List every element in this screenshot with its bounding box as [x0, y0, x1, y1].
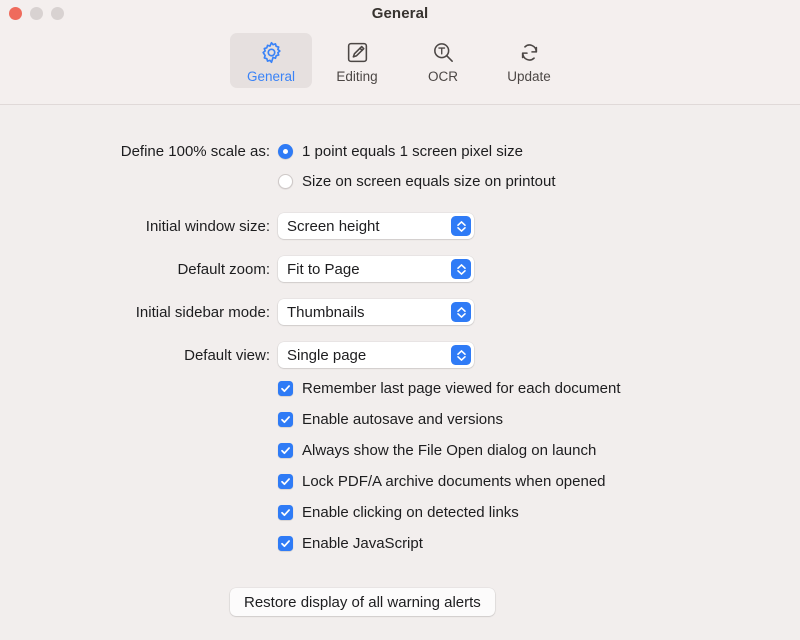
checkmark-icon — [278, 381, 293, 396]
pencil-square-icon — [345, 38, 370, 66]
chevron-updown-icon — [451, 345, 471, 365]
scale-label: Define 100% scale as: — [0, 143, 270, 160]
default-view-select[interactable]: Single page — [278, 342, 474, 368]
checkbox-enable-javascript-label: Enable JavaScript — [302, 535, 423, 552]
initial-window-size-value: Screen height — [278, 218, 380, 235]
radio-option-point-pixel[interactable]: 1 point equals 1 screen pixel size — [278, 143, 523, 160]
checkbox-lock-pdfa-label: Lock PDF/A archive documents when opened — [302, 473, 606, 490]
checkbox-enable-javascript[interactable]: Enable JavaScript — [278, 535, 423, 552]
gear-icon — [259, 38, 284, 66]
general-preferences-pane: Define 100% scale as: 1 point equals 1 s… — [0, 105, 800, 640]
initial-sidebar-mode-label: Initial sidebar mode: — [0, 304, 270, 321]
radio-option-screen-printout[interactable]: Size on screen equals size on printout — [278, 173, 555, 190]
checkmark-icon — [278, 474, 293, 489]
scale-row: Define 100% scale as: — [0, 143, 270, 160]
checkbox-enable-autosave-label: Enable autosave and versions — [302, 411, 503, 428]
default-view-row: Default view: Single page — [0, 342, 474, 368]
radio-point-pixel-indicator — [278, 144, 293, 159]
chevron-updown-icon — [451, 216, 471, 236]
window-titlebar: General General Editing — [0, 0, 800, 105]
window-title: General — [0, 5, 800, 22]
default-zoom-select[interactable]: Fit to Page — [278, 256, 474, 282]
checkmark-icon — [278, 412, 293, 427]
default-zoom-value: Fit to Page — [278, 261, 360, 278]
tab-ocr[interactable]: OCR — [402, 33, 484, 88]
checkbox-always-show-file-open[interactable]: Always show the File Open dialog on laun… — [278, 442, 596, 459]
checkbox-enable-link-clicking-label: Enable clicking on detected links — [302, 504, 519, 521]
chevron-updown-icon — [451, 302, 471, 322]
tab-update[interactable]: Update — [488, 33, 570, 88]
tab-editing[interactable]: Editing — [316, 33, 398, 88]
checkbox-enable-link-clicking[interactable]: Enable clicking on detected links — [278, 504, 519, 521]
refresh-arrows-icon — [517, 38, 542, 66]
tab-general[interactable]: General — [230, 33, 312, 88]
checkbox-always-show-file-open-label: Always show the File Open dialog on laun… — [302, 442, 596, 459]
checkmark-icon — [278, 505, 293, 520]
checkmark-icon — [278, 536, 293, 551]
radio-screen-printout-indicator — [278, 174, 293, 189]
initial-sidebar-mode-row: Initial sidebar mode: Thumbnails — [0, 299, 474, 325]
tab-ocr-label: OCR — [428, 70, 458, 84]
checkbox-lock-pdfa[interactable]: Lock PDF/A archive documents when opened — [278, 473, 606, 490]
checkbox-remember-last-page[interactable]: Remember last page viewed for each docum… — [278, 380, 621, 397]
restore-warning-alerts-button[interactable]: Restore display of all warning alerts — [230, 588, 495, 616]
initial-sidebar-mode-select[interactable]: Thumbnails — [278, 299, 474, 325]
initial-window-size-label: Initial window size: — [0, 218, 270, 235]
checkbox-remember-last-page-label: Remember last page viewed for each docum… — [302, 380, 621, 397]
checkbox-enable-autosave[interactable]: Enable autosave and versions — [278, 411, 503, 428]
radio-screen-printout-label: Size on screen equals size on printout — [302, 173, 555, 190]
initial-sidebar-mode-value: Thumbnails — [278, 304, 365, 321]
chevron-updown-icon — [451, 259, 471, 279]
default-view-label: Default view: — [0, 347, 270, 364]
initial-window-size-select[interactable]: Screen height — [278, 213, 474, 239]
tab-update-label: Update — [507, 70, 551, 84]
text-magnifier-icon — [431, 38, 456, 66]
default-zoom-row: Default zoom: Fit to Page — [0, 256, 474, 282]
tab-general-label: General — [247, 70, 295, 84]
tab-editing-label: Editing — [336, 70, 377, 84]
preferences-toolbar: General Editing OCR — [0, 33, 800, 88]
default-zoom-label: Default zoom: — [0, 261, 270, 278]
initial-window-size-row: Initial window size: Screen height — [0, 213, 474, 239]
checkmark-icon — [278, 443, 293, 458]
default-view-value: Single page — [278, 347, 366, 364]
radio-point-pixel-label: 1 point equals 1 screen pixel size — [302, 143, 523, 160]
